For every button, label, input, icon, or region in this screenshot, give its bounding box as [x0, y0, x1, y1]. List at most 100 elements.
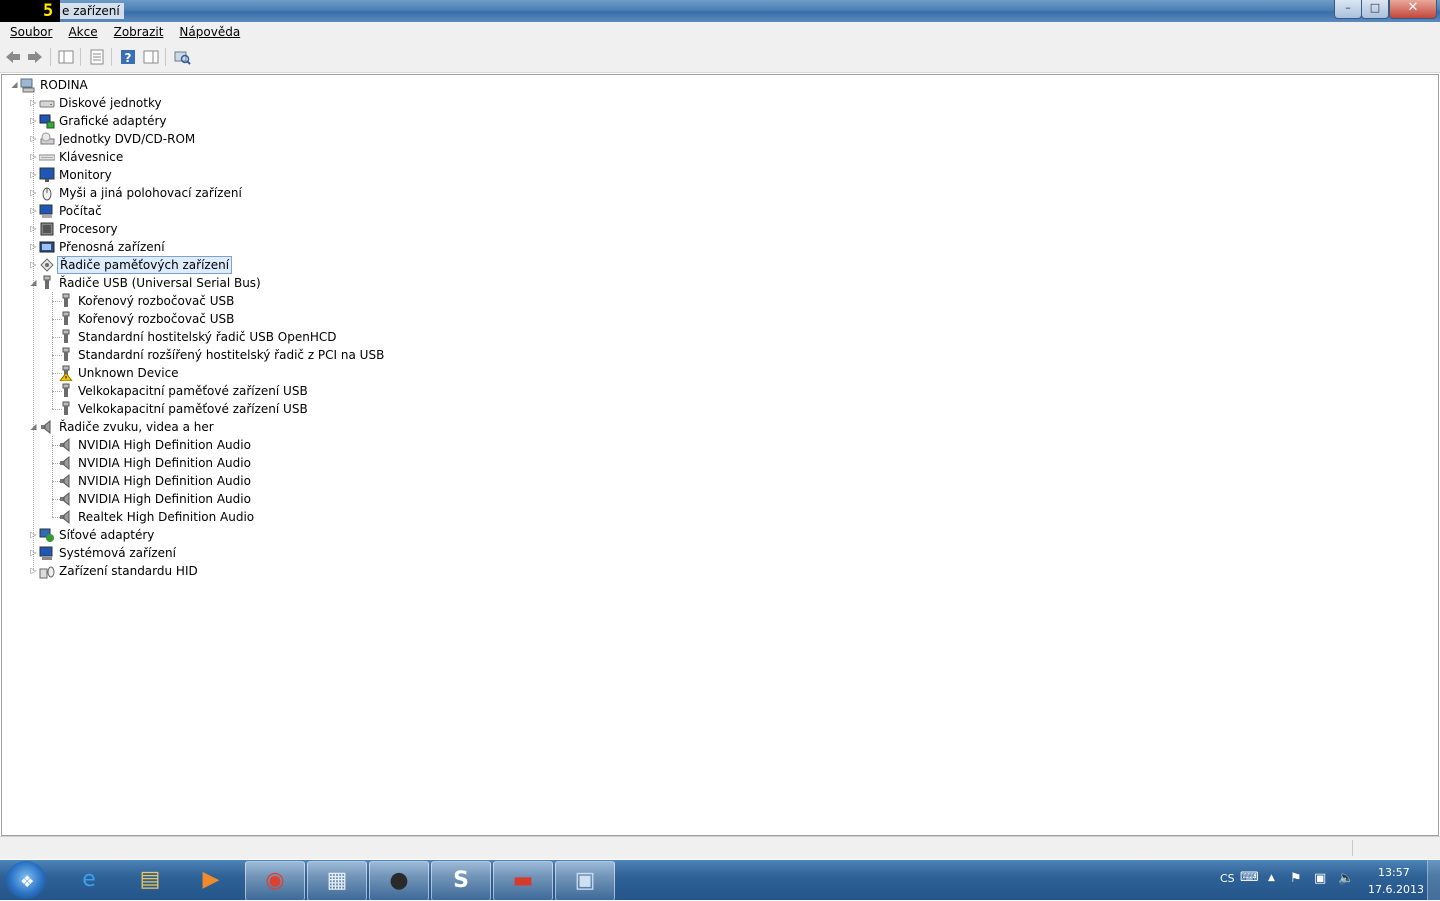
expand-arrow-icon[interactable]: ▷ — [29, 112, 38, 130]
expand-arrow-icon[interactable]: ▷ — [29, 256, 38, 274]
monitor-icon — [39, 167, 55, 183]
device-label: Velkokapacitní paměťové zařízení USB — [78, 384, 308, 398]
expand-arrow-icon[interactable]: ▷ — [29, 148, 38, 166]
expand-arrow-icon[interactable]: ▷ — [29, 130, 38, 148]
action-center-flag-icon[interactable]: ⚑ — [1290, 871, 1302, 886]
toolbar: ? — [0, 43, 1440, 73]
show-hide-console-tree-icon[interactable] — [57, 48, 75, 66]
category-label: Přenosná zařízení — [59, 240, 165, 254]
tree-category[interactable]: ▷ Jednotky DVD/CD-ROM — [2, 130, 1432, 148]
tree-category[interactable]: ▷ Monitory — [2, 166, 1432, 184]
tree-device[interactable]: Velkokapacitní paměťové zařízení USB — [2, 400, 1432, 418]
category-label: Síťové adaptéry — [59, 528, 155, 542]
status-separator — [1352, 840, 1353, 856]
title-bar[interactable]: 5 e zařízení – □ ✕ — [0, 0, 1440, 22]
tree-root[interactable]: ◢ RODINA — [2, 76, 1432, 94]
tree-category[interactable]: ▷ Počítač — [2, 202, 1432, 220]
menu-soubor[interactable]: Soubor — [2, 22, 60, 43]
volume-icon[interactable]: 🔈 — [1338, 871, 1354, 886]
tree-category[interactable]: ◢ Řadiče USB (Universal Serial Bus) — [2, 274, 1432, 292]
properties-icon[interactable] — [88, 48, 106, 66]
expand-arrow-icon[interactable]: ▷ — [29, 166, 38, 184]
document-viewer-icon[interactable]: ▦ — [307, 861, 367, 901]
tree-device[interactable]: Kořenový rozbočovač USB — [2, 292, 1432, 310]
chrome-icon[interactable]: ◉ — [245, 861, 305, 901]
collapse-arrow-icon[interactable]: ◢ — [10, 76, 19, 94]
device-label: NVIDIA High Definition Audio — [78, 438, 251, 452]
tree-category[interactable]: ▷ Grafické adaptéry — [2, 112, 1432, 130]
expand-arrow-icon[interactable]: ▷ — [29, 94, 38, 112]
collapse-arrow-icon[interactable]: ◢ — [29, 274, 38, 292]
device-label: NVIDIA High Definition Audio — [78, 474, 251, 488]
file-explorer-icon[interactable]: ▤ — [121, 861, 179, 899]
expand-arrow-icon[interactable]: ▷ — [29, 238, 38, 256]
dvd-drive-icon — [39, 131, 55, 147]
network-adapter-icon — [39, 527, 55, 543]
tree-device[interactable]: Kořenový rozbočovač USB — [2, 310, 1432, 328]
tree-device[interactable]: Standardní rozšířený hostitelský řadič z… — [2, 346, 1432, 364]
skype-icon[interactable]: S — [431, 861, 491, 901]
usb-icon — [58, 401, 74, 417]
tree-root-label: RODINA — [40, 78, 88, 92]
category-label: Myši a jiná polohovací zařízení — [59, 186, 242, 200]
tree-device[interactable]: Realtek High Definition Audio — [2, 508, 1432, 526]
back-arrow-icon[interactable] — [4, 48, 22, 66]
toolbar-separator — [80, 48, 81, 66]
collapse-arrow-icon[interactable]: ◢ — [29, 418, 38, 436]
tree-category[interactable]: ▷ Přenosná zařízení — [2, 238, 1432, 256]
category-label: Klávesnice — [59, 150, 124, 164]
tree-device[interactable]: NVIDIA High Definition Audio — [2, 490, 1432, 508]
tree-connector — [52, 436, 53, 517]
speaker-icon — [58, 491, 74, 507]
expand-arrow-icon[interactable]: ▷ — [29, 220, 38, 238]
keyboard-icon[interactable]: ⌨ — [1240, 870, 1259, 885]
speaker-icon — [58, 455, 74, 471]
expand-arrow-icon[interactable]: ▷ — [29, 544, 38, 562]
help-icon[interactable]: ? — [119, 48, 137, 66]
menu-zobrazit[interactable]: Zobrazit — [106, 22, 172, 43]
clock-time[interactable]: 13:57 — [1378, 866, 1410, 879]
scan-hardware-changes-icon[interactable] — [173, 48, 191, 66]
expand-arrow-icon[interactable]: ▷ — [29, 202, 38, 220]
action-pane-icon[interactable] — [142, 48, 160, 66]
minimize-button[interactable]: – — [1334, 0, 1362, 19]
category-label: Zařízení standardu HID — [59, 564, 198, 578]
language-indicator[interactable]: CS — [1220, 872, 1235, 885]
show-desktop-button[interactable] — [1427, 860, 1440, 900]
tree-device[interactable]: Unknown Device — [2, 364, 1432, 382]
internet-explorer-icon[interactable]: e — [60, 861, 118, 899]
toolbox-icon[interactable]: ▬ — [493, 861, 553, 901]
tree-category[interactable]: ◢ Řadiče zvuku, videa a her — [2, 418, 1432, 436]
close-button[interactable]: ✕ — [1389, 0, 1437, 19]
start-button[interactable]: ❖ — [6, 861, 46, 899]
tree-category[interactable]: ▷ Síťové adaptéry — [2, 526, 1432, 544]
usb-icon — [58, 311, 74, 327]
tree-device[interactable]: NVIDIA High Definition Audio — [2, 472, 1432, 490]
maximize-button[interactable]: □ — [1361, 0, 1389, 19]
tree-category[interactable]: ▷ Klávesnice — [2, 148, 1432, 166]
device-manager-icon[interactable]: ▣ — [555, 861, 615, 901]
forward-arrow-icon[interactable] — [26, 48, 44, 66]
menu-napoveda[interactable]: Nápověda — [171, 22, 248, 43]
tree-connector — [52, 292, 53, 409]
media-player-icon[interactable]: ▶ — [182, 861, 240, 899]
menu-akce[interactable]: Akce — [60, 22, 105, 43]
tree-device[interactable]: NVIDIA High Definition Audio — [2, 454, 1432, 472]
tree-device[interactable]: Velkokapacitní paměťové zařízení USB — [2, 382, 1432, 400]
category-label: Řadiče zvuku, videa a her — [59, 420, 214, 434]
show-hidden-icons-icon[interactable]: ▲ — [1268, 873, 1275, 883]
tree-category[interactable]: ▷ Diskové jednotky — [2, 94, 1432, 112]
tree-category[interactable]: ▷ Myši a jiná polohovací zařízení — [2, 184, 1432, 202]
tree-category[interactable]: ▷ Systémová zařízení — [2, 544, 1432, 562]
tree-device[interactable]: NVIDIA High Definition Audio — [2, 436, 1432, 454]
tree-category[interactable]: ▷ Procesory — [2, 220, 1432, 238]
tree-category[interactable]: ▷ Řadiče paměťových zařízení — [2, 256, 1432, 274]
expand-arrow-icon[interactable]: ▷ — [29, 562, 38, 580]
clock-date[interactable]: 17.6.2013 — [1368, 883, 1424, 896]
network-icon[interactable]: ▣ — [1314, 871, 1326, 886]
expand-arrow-icon[interactable]: ▷ — [29, 526, 38, 544]
game-icon[interactable]: ● — [369, 861, 429, 901]
expand-arrow-icon[interactable]: ▷ — [29, 184, 38, 202]
tree-device[interactable]: Standardní hostitelský řadič USB OpenHCD — [2, 328, 1432, 346]
tree-category[interactable]: ▷ Zařízení standardu HID — [2, 562, 1432, 580]
